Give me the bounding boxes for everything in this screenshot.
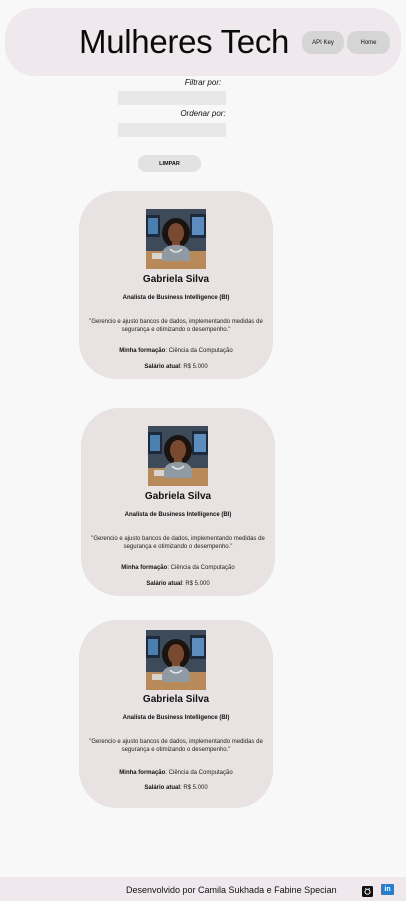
profile-quote: "Gerencio e ajusto bancos de dados, impl… [89,319,263,333]
education-value: : Ciência da Computação [167,565,235,571]
profile-photo-illustration [146,630,206,690]
sort-label: Ordenar por: [180,109,226,118]
sort-input[interactable] [118,123,226,137]
education-label: Minha formação [119,770,166,776]
profile-photo [148,426,208,486]
profile-card: Gabriela Silva Analista de Business Inte… [81,408,275,596]
profile-photo [146,209,206,269]
profile-role: Analista de Business Intelligence (BI) [122,715,230,721]
profile-education: Minha formação: Ciência da Computação [79,770,273,776]
profile-quote: "Gerencio e ajusto bancos de dados, impl… [89,739,263,753]
home-button[interactable]: Home [347,31,390,54]
profile-quote: "Gerencio e ajusto bancos de dados, impl… [91,536,265,550]
education-label: Minha formação [119,348,166,354]
profile-name: Gabriela Silva [144,491,212,502]
footer-credit: Desenvolvido por Camila Sukhada e Fabine… [126,885,337,895]
education-label: Minha formação [121,565,168,571]
profile-photo [146,630,206,690]
education-value: : Ciência da Computação [165,348,233,354]
profile-name: Gabriela Silva [142,274,210,285]
profile-salary: Salário atual: R$ 5.000 [79,364,273,370]
app-footer: Desenvolvido por Camila Sukhada e Fabine… [0,877,406,901]
profile-photo-illustration [148,426,208,486]
profile-role: Analista de Business Intelligence (BI) [124,512,232,518]
page-title: Mulheres Tech [79,23,290,60]
filter-label: Filtrar por: [184,78,222,87]
api-key-button[interactable]: API Key [302,31,344,54]
salary-value: : R$ 5.000 [182,581,210,587]
profile-card: Gabriela Silva Analista de Business Inte… [79,191,273,379]
app-header: Mulheres Tech API Key Home [5,8,401,76]
profile-role: Analista de Business Intelligence (BI) [122,295,230,301]
salary-label: Salário atual [144,364,180,370]
filter-input[interactable] [118,91,226,105]
profile-name: Gabriela Silva [142,694,210,705]
github-icon[interactable] [362,884,373,897]
profile-card: Gabriela Silva Analista de Business Inte… [79,620,273,808]
salary-label: Salário atual [144,785,180,791]
salary-label: Salário atual [146,581,182,587]
profile-salary: Salário atual: R$ 5.000 [81,581,275,587]
profile-education: Minha formação: Ciência da Computação [81,565,275,571]
clear-button[interactable]: LIMPAR [138,155,201,172]
profile-salary: Salário atual: R$ 5.000 [79,785,273,791]
linkedin-icon[interactable]: in [381,884,394,895]
salary-value: : R$ 5.000 [180,364,208,370]
salary-value: : R$ 5.000 [180,785,208,791]
profile-photo-illustration [146,209,206,269]
education-value: : Ciência da Computação [165,770,233,776]
profile-education: Minha formação: Ciência da Computação [79,348,273,354]
